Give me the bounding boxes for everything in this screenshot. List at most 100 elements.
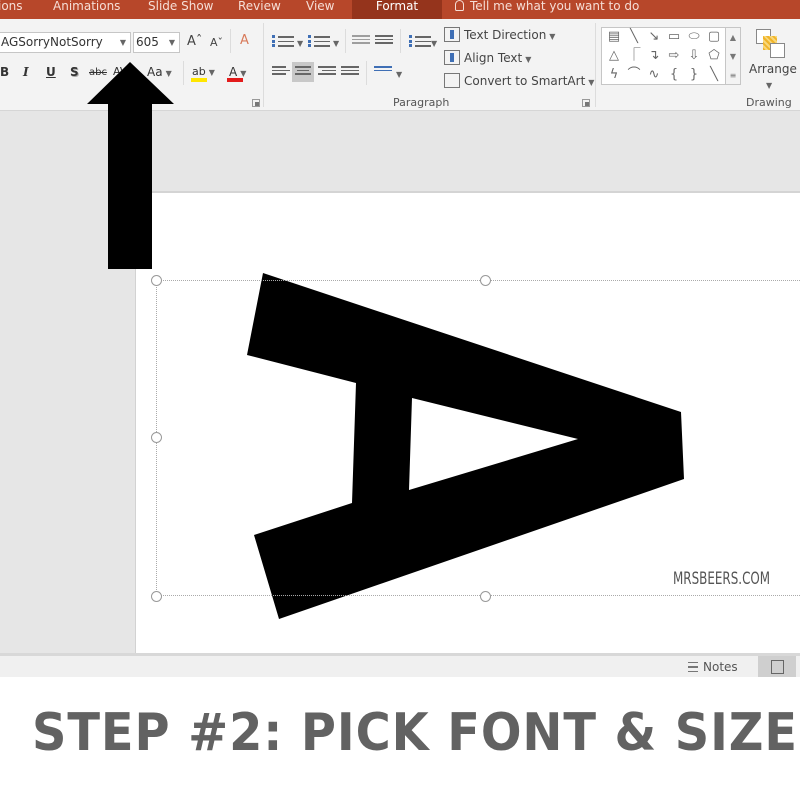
decrease-indent-icon[interactable] xyxy=(352,33,370,49)
shrink-font-button[interactable]: Aˇ xyxy=(210,36,223,50)
elbow-connector-icon[interactable]: ⎾ xyxy=(625,48,643,64)
lightbulb-icon xyxy=(455,0,464,11)
convert-smartart-label: Convert to SmartArt xyxy=(464,74,586,88)
divider xyxy=(345,29,346,53)
font-name-value: AGSorryNotSorry xyxy=(1,35,103,49)
text-direction-button[interactable]: Text Direction ▼ xyxy=(444,27,555,44)
numbering-icon[interactable] xyxy=(308,33,330,49)
divider xyxy=(230,29,231,53)
chevron-down-icon: ▼ xyxy=(525,55,532,64)
resize-handle-left[interactable] xyxy=(151,432,162,443)
character-spacing-button[interactable]: AV xyxy=(113,65,127,78)
expand-gallery-icon[interactable]: ≡ xyxy=(726,66,740,85)
increase-indent-icon[interactable] xyxy=(375,33,393,49)
slide-thumbnail-pane[interactable] xyxy=(0,111,136,653)
left-brace-icon[interactable]: { xyxy=(665,67,683,83)
smartart-icon xyxy=(444,73,460,88)
chevron-down-icon: ▼ xyxy=(208,68,215,77)
font-color-button[interactable]: A ▼ xyxy=(229,65,246,79)
arrange-button[interactable]: Arrange xyxy=(749,62,797,76)
tab-animations[interactable]: Animations xyxy=(53,0,120,19)
scroll-down-icon[interactable]: ▼ xyxy=(726,47,740,66)
resize-handle-top[interactable] xyxy=(480,275,491,286)
arrange-icon[interactable] xyxy=(756,29,786,59)
group-divider xyxy=(595,23,596,107)
change-case-button[interactable]: Aa ▼ xyxy=(147,65,172,79)
chevron-down-icon[interactable]: ▼ xyxy=(428,35,437,51)
chevron-down-icon: ▼ xyxy=(588,78,595,87)
align-text-label: Align Text xyxy=(464,51,523,65)
chevron-down-icon[interactable]: ▼ xyxy=(766,77,772,93)
align-text-button[interactable]: Align Text ▼ xyxy=(444,50,531,67)
text-box-selection[interactable] xyxy=(156,280,800,596)
right-brace-icon[interactable]: } xyxy=(685,67,703,83)
scroll-up-icon[interactable]: ▲ xyxy=(726,28,740,47)
notes-icon xyxy=(688,662,698,672)
elbow-arrow-connector-icon[interactable]: ↴ xyxy=(645,48,663,64)
tab-transitions[interactable]: ions xyxy=(0,0,23,19)
tab-view[interactable]: View xyxy=(306,0,334,19)
chevron-down-icon[interactable]: ▼ xyxy=(120,33,126,52)
chevron-down-icon: ▼ xyxy=(165,69,172,78)
align-right-icon[interactable] xyxy=(318,64,336,80)
notes-label: Notes xyxy=(703,660,738,674)
triangle-icon[interactable]: △ xyxy=(605,48,623,64)
resize-handle-bottom[interactable] xyxy=(480,591,491,602)
highlight-button[interactable]: ab ▼ xyxy=(192,65,215,78)
normal-view-button[interactable] xyxy=(758,656,796,677)
divider xyxy=(183,61,184,85)
right-arrow-icon[interactable]: ⇨ xyxy=(665,48,683,64)
watermark: MRSBEERS.COM xyxy=(673,569,771,589)
divider xyxy=(400,29,401,53)
rounded-rectangle-icon[interactable]: ▢ xyxy=(705,29,723,45)
rectangle-icon[interactable]: ▭ xyxy=(665,29,683,45)
line-icon[interactable]: ╲ xyxy=(705,67,723,83)
text-direction-label: Text Direction xyxy=(464,28,547,42)
chevron-down-icon[interactable]: ▼ xyxy=(330,35,339,51)
underline-button[interactable]: U xyxy=(46,65,56,79)
resize-handle-bottom-left[interactable] xyxy=(151,591,162,602)
oval-icon[interactable]: ⬭ xyxy=(685,29,703,45)
arrow-line-icon[interactable]: ↘ xyxy=(645,29,663,45)
font-dialog-launcher[interactable] xyxy=(252,99,260,107)
tell-me-box[interactable]: Tell me what you want to do xyxy=(455,0,639,19)
freeform-icon[interactable]: ϟ xyxy=(605,67,623,83)
tell-me-text: Tell me what you want to do xyxy=(470,0,640,13)
arc-icon[interactable]: ⌒ xyxy=(625,67,643,83)
gallery-scrollbar[interactable]: ▲ ▼ ≡ xyxy=(726,27,741,85)
line-icon[interactable]: ╲ xyxy=(625,29,643,45)
tab-review[interactable]: Review xyxy=(238,0,281,19)
tab-slide-show[interactable]: Slide Show xyxy=(148,0,213,19)
bullets-icon[interactable] xyxy=(272,33,294,49)
convert-smartart-button[interactable]: Convert to SmartArt ▼ xyxy=(444,73,594,90)
text-shadow-button[interactable]: S xyxy=(70,65,79,79)
resize-handle-top-left[interactable] xyxy=(151,275,162,286)
font-size-value: 605 xyxy=(136,35,159,49)
font-size-combobox[interactable]: 605 ▼ xyxy=(133,32,180,53)
clear-formatting-button[interactable]: A xyxy=(240,34,249,48)
strikethrough-button[interactable]: abc xyxy=(89,67,107,78)
curve-icon[interactable]: ∿ xyxy=(645,67,663,83)
tab-format[interactable]: Format xyxy=(352,0,442,19)
notes-button[interactable]: Notes xyxy=(688,660,738,674)
align-left-icon[interactable] xyxy=(272,64,290,80)
down-arrow-icon[interactable]: ⇩ xyxy=(685,48,703,64)
justify-icon[interactable] xyxy=(341,64,359,80)
chevron-down-icon[interactable]: ▼ xyxy=(294,35,303,51)
align-center-icon[interactable] xyxy=(292,62,314,82)
workspace-background xyxy=(137,111,800,193)
highlight-color-swatch xyxy=(191,78,207,82)
font-name-combobox[interactable]: AGSorryNotSorry ▼ xyxy=(0,32,131,53)
step-caption: STEP #2: PICK FONT & SIZE xyxy=(32,703,799,763)
bold-button[interactable]: B xyxy=(0,65,9,79)
paragraph-dialog-launcher[interactable] xyxy=(582,99,590,107)
columns-icon[interactable] xyxy=(374,64,392,80)
chevron-down-icon[interactable]: ▼ xyxy=(393,66,402,82)
chevron-down-icon: ▼ xyxy=(240,69,247,78)
grow-font-button[interactable]: Aˆ xyxy=(187,35,202,49)
chevron-down-icon[interactable]: ▼ xyxy=(169,33,175,52)
text-box-icon[interactable]: ▤ xyxy=(605,29,623,45)
snip-shape-icon[interactable]: ⬠ xyxy=(705,48,723,64)
italic-button[interactable]: I xyxy=(23,65,29,79)
font-color-icon: A xyxy=(229,65,238,79)
